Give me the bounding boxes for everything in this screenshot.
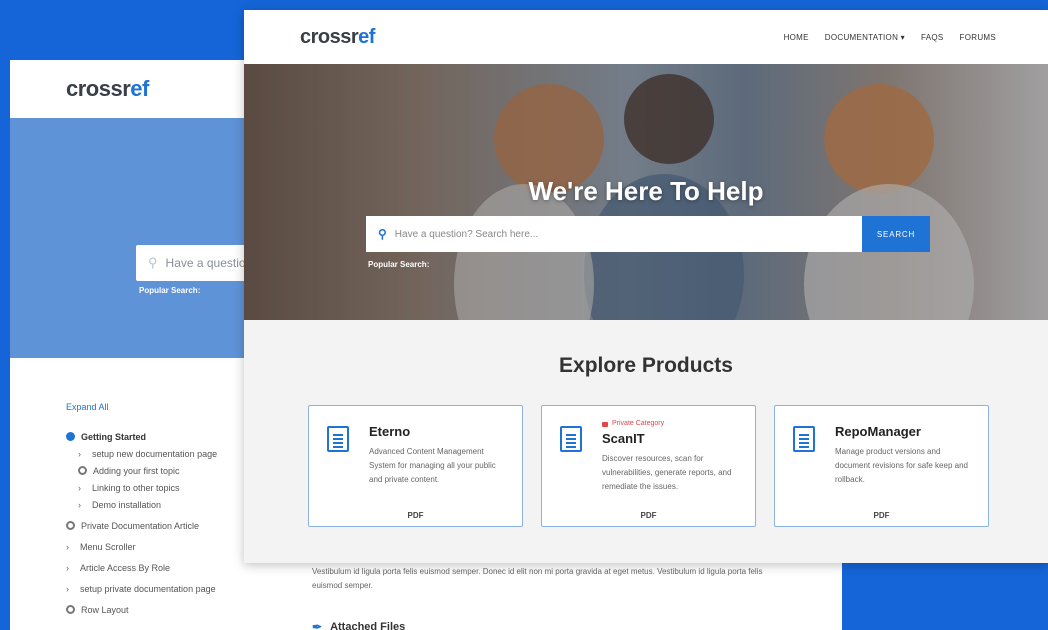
hero-search-form: ⚲ Have a question? Search here... SEARCH — [366, 216, 930, 252]
search-icon: ⚲ — [378, 227, 387, 241]
chevron-right-icon: › — [66, 583, 69, 594]
sidebar-item-linking-to-other-topics[interactable]: › Linking to other topics — [66, 479, 250, 496]
nav-documentation[interactable]: DOCUMENTATION ▾ — [825, 33, 905, 42]
popular-search-label: Popular Search: — [368, 260, 430, 269]
nav-faqs[interactable]: FAQS — [921, 33, 944, 42]
docs-sidebar: Expand All Getting Started › setup new do… — [66, 402, 250, 618]
document-icon — [327, 426, 349, 452]
search-button[interactable]: SEARCH — [862, 216, 930, 252]
expand-icon — [78, 466, 87, 475]
sidebar-item-menu-scroller[interactable]: › Menu Scroller — [66, 538, 250, 555]
product-card-scanit[interactable]: Private Category ScanIT Discover resourc… — [541, 405, 756, 527]
hero-banner: We're Here To Help ⚲ Have a question? Se… — [244, 64, 1048, 320]
product-name: Eterno — [369, 424, 411, 439]
nav-home[interactable]: HOME — [784, 33, 809, 42]
back-hero — [10, 118, 250, 358]
chevron-right-icon: › — [66, 562, 69, 573]
hero-search-input[interactable]: ⚲ Have a question? Search here... — [366, 216, 862, 252]
product-card-repomanager[interactable]: RepoManager Manage product versions and … — [774, 405, 989, 527]
document-icon — [560, 426, 582, 452]
document-icon — [793, 426, 815, 452]
product-name: ScanIT — [602, 431, 645, 446]
chevron-right-icon: › — [78, 448, 81, 459]
article-body-text: Vestibulum id ligula porta felis euismod… — [312, 567, 763, 590]
explore-products-title: Explore Products — [559, 354, 733, 377]
nav-forums[interactable]: FORUMS — [960, 33, 996, 42]
sidebar-item-setup-private-documentation-page[interactable]: › setup private documentation page — [66, 580, 250, 597]
private-category-badge: Private Category — [602, 420, 741, 427]
collapse-icon — [66, 432, 75, 441]
lock-icon — [602, 422, 608, 427]
sidebar-item-setup-new-documentation-page[interactable]: › setup new documentation page — [66, 445, 250, 462]
back-search-input[interactable]: ⚲ Have a questio — [136, 245, 256, 281]
expand-icon — [66, 605, 75, 614]
hero-title: We're Here To Help — [528, 176, 764, 206]
product-name: RepoManager — [835, 424, 921, 439]
back-popular-search-label: Popular Search: — [139, 286, 201, 295]
pdf-link[interactable]: PDF — [309, 511, 522, 520]
paperclip-icon: ✒ — [312, 620, 323, 630]
front-screenshot: crossref HOME DOCUMENTATION ▾ FAQS FORUM… — [244, 10, 1048, 563]
attached-files-heading: ✒ Attached Files — [312, 620, 405, 630]
explore-products-section: Explore Products Eterno Advanced Content… — [244, 320, 1048, 563]
chevron-right-icon: › — [78, 499, 81, 510]
back-search-placeholder: Have a questio — [165, 256, 246, 270]
sidebar-item-getting-started[interactable]: Getting Started — [66, 428, 250, 445]
product-description: Manage product versions and document rev… — [835, 447, 968, 484]
product-description: Discover resources, scan for vulnerabili… — [602, 454, 732, 491]
expand-all-link[interactable]: Expand All — [66, 402, 250, 412]
pdf-link[interactable]: PDF — [775, 511, 988, 520]
pdf-link[interactable]: PDF — [542, 511, 755, 520]
front-logo[interactable]: crossref — [300, 26, 375, 49]
main-nav: HOME DOCUMENTATION ▾ FAQS FORUMS — [784, 33, 996, 42]
product-cards: Eterno Advanced Content Management Syste… — [308, 405, 989, 527]
chevron-right-icon: › — [78, 482, 81, 493]
chevron-right-icon: › — [66, 541, 69, 552]
sidebar-item-article-access-by-role[interactable]: › Article Access By Role — [66, 559, 250, 576]
sidebar-item-private-documentation-article[interactable]: Private Documentation Article — [66, 517, 250, 534]
search-icon: ⚲ — [148, 255, 158, 270]
expand-icon — [66, 521, 75, 530]
product-description: Advanced Content Management System for m… — [369, 447, 496, 484]
sidebar-item-adding-your-first-topic[interactable]: Adding your first topic — [66, 462, 250, 479]
back-logo[interactable]: crossref — [66, 76, 149, 102]
search-placeholder: Have a question? Search here... — [394, 228, 539, 240]
front-header: crossref HOME DOCUMENTATION ▾ FAQS FORUM… — [244, 10, 1048, 64]
sidebar-item-demo-installation[interactable]: › Demo installation — [66, 496, 250, 513]
product-card-eterno[interactable]: Eterno Advanced Content Management Syste… — [308, 405, 523, 527]
sidebar-item-row-layout[interactable]: Row Layout — [66, 601, 250, 618]
